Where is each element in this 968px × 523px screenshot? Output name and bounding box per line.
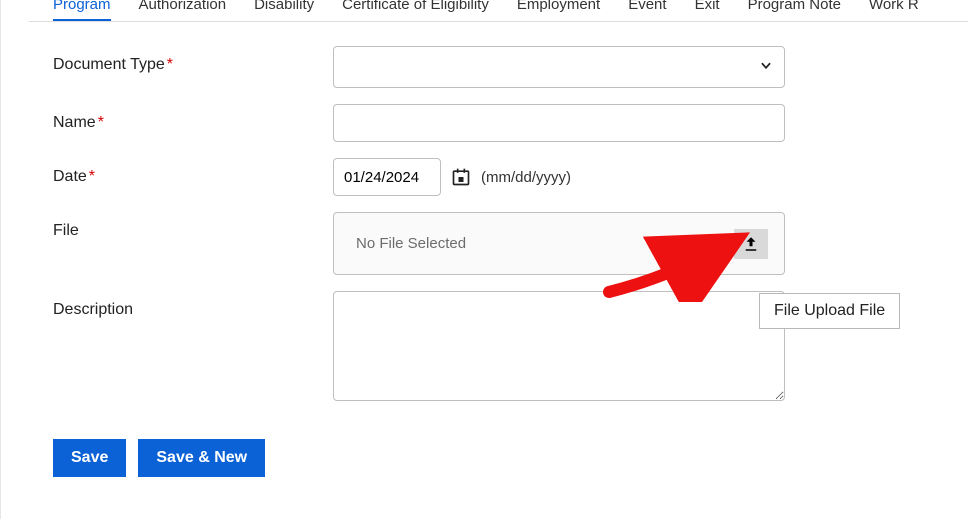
required-asterisk: * [98, 114, 104, 131]
tab-work-r[interactable]: Work R [869, 0, 919, 15]
tab-program[interactable]: Program [53, 0, 111, 21]
label-description: Description [53, 291, 333, 319]
upload-tooltip: File Upload File [759, 293, 900, 329]
file-drop-zone[interactable]: No File Selected [333, 212, 785, 275]
document-type-select[interactable] [333, 46, 785, 88]
name-input[interactable] [333, 104, 785, 142]
label-date: Date* [53, 158, 333, 186]
date-format-hint: (mm/dd/yyyy) [481, 169, 571, 186]
tab-exit[interactable]: Exit [695, 0, 720, 15]
save-and-new-button[interactable]: Save & New [138, 439, 265, 477]
file-upload-button[interactable] [734, 229, 768, 259]
label-document-type: Document Type* [53, 46, 333, 74]
tab-disability[interactable]: Disability [254, 0, 314, 15]
tab-authorization[interactable]: Authorization [139, 0, 227, 15]
tabs-bar: Program Authorization Disability Certifi… [29, 0, 968, 22]
tab-event[interactable]: Event [628, 0, 666, 15]
file-placeholder-text: No File Selected [356, 235, 466, 252]
document-form: Document Type* Name* [29, 22, 968, 405]
upload-icon [742, 235, 760, 253]
date-input[interactable] [333, 158, 441, 196]
required-asterisk: * [167, 56, 173, 73]
description-textarea[interactable] [333, 291, 785, 401]
save-button[interactable]: Save [53, 439, 126, 477]
label-file: File [53, 212, 333, 240]
required-asterisk: * [89, 168, 95, 185]
label-name: Name* [53, 104, 333, 132]
tab-employment[interactable]: Employment [517, 0, 600, 15]
tab-program-note[interactable]: Program Note [748, 0, 841, 15]
calendar-icon[interactable] [451, 167, 471, 187]
tab-cert-of-eligibility[interactable]: Certificate of Eligibility [342, 0, 489, 15]
